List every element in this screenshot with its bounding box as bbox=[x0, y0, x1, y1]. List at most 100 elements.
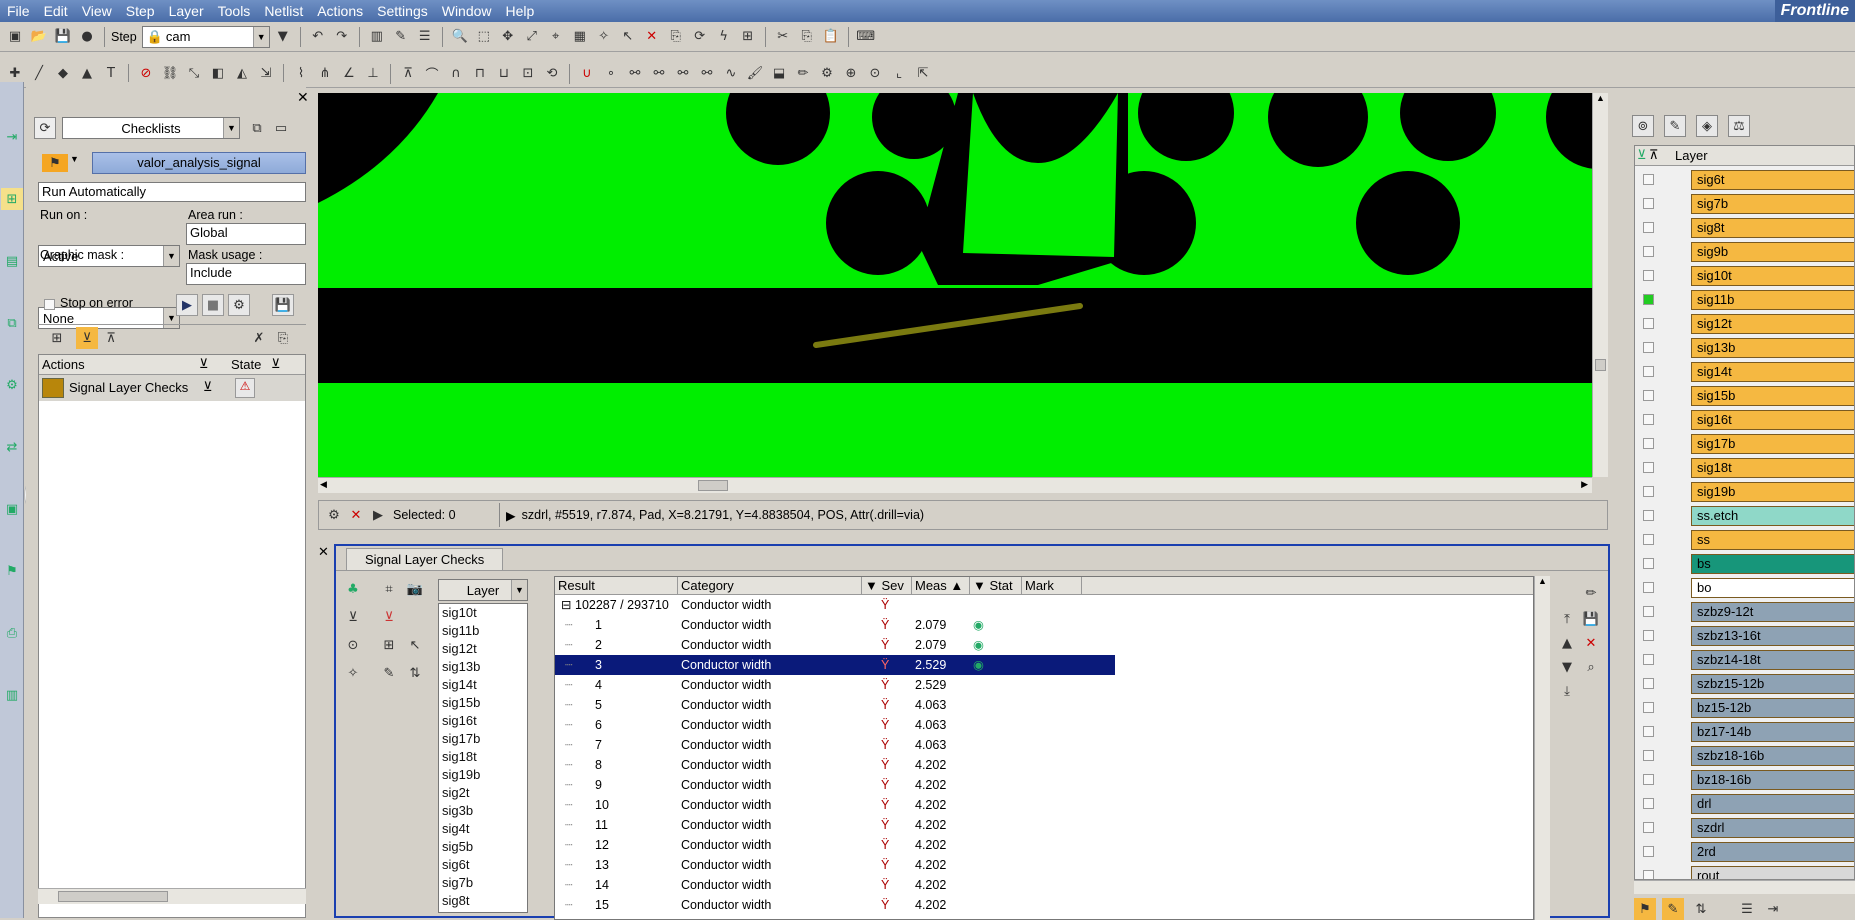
layer-item[interactable]: sig8t bbox=[1691, 218, 1854, 238]
layer-visible-checkbox[interactable] bbox=[1643, 678, 1654, 689]
result-row[interactable]: ┈ 2 Conductor width Ÿ 2.079 ◉ bbox=[555, 635, 1533, 655]
tree-collapse-icon[interactable]: ⊟ bbox=[561, 595, 571, 615]
step-select[interactable]: 🔒 cam ▼ bbox=[141, 25, 270, 48]
layer-item[interactable]: sig13b bbox=[1691, 338, 1854, 358]
filter-icon[interactable]: ⚙ bbox=[323, 504, 345, 526]
col-result[interactable]: Result bbox=[555, 577, 678, 594]
layer-visible-checkbox[interactable] bbox=[1643, 606, 1654, 617]
layer-item[interactable]: bo bbox=[1691, 578, 1854, 598]
scroll-up-icon[interactable]: ▲ bbox=[1593, 93, 1608, 103]
actions-header[interactable]: Actions bbox=[42, 357, 85, 372]
actions-scrollbar[interactable] bbox=[38, 888, 306, 904]
attributes-icon[interactable]: ✎ bbox=[1664, 115, 1686, 137]
frame-icon[interactable]: ⬓ bbox=[768, 63, 790, 85]
result-row[interactable]: ┈ 1 Conductor width Ÿ 2.079 ◉ bbox=[555, 615, 1533, 635]
save-icon[interactable]: 💾 bbox=[52, 26, 74, 48]
layer-item[interactable]: bs bbox=[1691, 554, 1854, 574]
layer-filter-select[interactable]: Layer ▼ bbox=[438, 579, 528, 601]
layer-header[interactable]: Layer bbox=[1675, 148, 1708, 163]
prev-result-icon[interactable]: ▲ bbox=[1556, 632, 1578, 654]
colors-icon[interactable]: ◈ bbox=[1696, 115, 1718, 137]
checklist-name[interactable]: valor_analysis_signal bbox=[92, 152, 306, 174]
netlist-icon[interactable]: ⇄ bbox=[1, 436, 23, 458]
layers-icon[interactable]: ⧉ bbox=[1, 312, 23, 334]
layer-filter-item[interactable]: sig10t bbox=[439, 604, 527, 622]
col-stat[interactable]: ▼ Stat bbox=[970, 577, 1022, 594]
report-save-icon[interactable]: 💾 bbox=[272, 294, 294, 316]
result-row[interactable]: ┈ 9 Conductor width Ÿ 4.202 bbox=[555, 775, 1533, 795]
filter-icon[interactable]: ⊻ bbox=[342, 606, 364, 628]
redo-icon[interactable]: ↷ bbox=[331, 26, 353, 48]
scroll-left-icon[interactable]: ◀ bbox=[320, 479, 327, 490]
layer-visible-checkbox[interactable] bbox=[1643, 246, 1654, 257]
move-layers-icon[interactable]: ⇅ bbox=[404, 662, 426, 684]
checklists-select[interactable]: Checklists ▼ bbox=[62, 117, 240, 139]
result-row[interactable]: ┈ 5 Conductor width Ÿ 4.063 bbox=[555, 695, 1533, 715]
open-job-icon[interactable]: ▣ bbox=[4, 26, 26, 48]
shape-icon[interactable]: ⊓ bbox=[469, 63, 491, 85]
chain2-icon[interactable]: ⚯ bbox=[648, 63, 670, 85]
col-sev[interactable]: ▼ Sev bbox=[862, 577, 912, 594]
layer-visible-checkbox[interactable] bbox=[1643, 534, 1654, 545]
export-icon[interactable]: ⇥ bbox=[1, 126, 23, 148]
analysis-icon[interactable]: ⊞ bbox=[1, 188, 23, 210]
layer-item[interactable]: szdrl bbox=[1691, 818, 1854, 838]
layer-visible-checkbox[interactable] bbox=[1643, 198, 1654, 209]
area-run-field[interactable]: Global bbox=[186, 223, 306, 245]
graphic-canvas[interactable] bbox=[318, 93, 1592, 477]
layer-item[interactable]: sig17b bbox=[1691, 434, 1854, 454]
scroll-right-icon[interactable]: ▶ bbox=[1581, 479, 1588, 490]
net-icon[interactable]: ⊞ bbox=[737, 26, 759, 48]
brush-icon[interactable]: 🖌 bbox=[744, 63, 766, 85]
layer-visible-checkbox[interactable] bbox=[1643, 414, 1654, 425]
layer-visible-checkbox[interactable] bbox=[1643, 270, 1654, 281]
layer-item[interactable]: drl bbox=[1691, 794, 1854, 814]
node-icon[interactable]: ⊙ bbox=[864, 63, 886, 85]
menu-view[interactable]: View bbox=[75, 3, 119, 19]
first-result-icon[interactable]: ⤒ bbox=[1556, 608, 1578, 630]
layer-filter-item[interactable]: sig4t bbox=[439, 820, 527, 838]
layer-item[interactable]: sig12t bbox=[1691, 314, 1854, 334]
layer-item[interactable]: szbz18-16b bbox=[1691, 746, 1854, 766]
snap-icon[interactable]: ⌖ bbox=[545, 26, 567, 48]
root-row[interactable]: ⊟ 102287 / 293710 Conductor width Ÿ bbox=[555, 595, 1533, 615]
close-panel-icon[interactable]: ✕ bbox=[297, 89, 309, 106]
layer-hscroll[interactable] bbox=[1634, 880, 1855, 894]
layer-filter-item[interactable]: sig8t bbox=[439, 892, 527, 910]
chevron-down-icon[interactable]: ▼ bbox=[70, 154, 79, 164]
layer-item[interactable]: bz18-16b bbox=[1691, 770, 1854, 790]
menu-netlist[interactable]: Netlist bbox=[257, 3, 310, 19]
result-row[interactable]: ┈ 15 Conductor width Ÿ 4.202 bbox=[555, 895, 1533, 915]
layer-visible-checkbox[interactable] bbox=[1643, 462, 1654, 473]
layer-item[interactable]: sig14t bbox=[1691, 362, 1854, 382]
align-icon[interactable]: ⊼ bbox=[397, 63, 419, 85]
layer-item[interactable]: 2rd bbox=[1691, 842, 1854, 862]
result-row[interactable]: ┈ 3 Conductor width Ÿ 2.529 ◉ bbox=[555, 655, 1533, 675]
layer-item[interactable]: sig18t bbox=[1691, 458, 1854, 478]
measure-icon[interactable]: ⤢ bbox=[521, 26, 543, 48]
box-icon[interactable]: ⊔ bbox=[493, 63, 515, 85]
layer-visible-checkbox[interactable] bbox=[1643, 654, 1654, 665]
step-run-icon[interactable]: ⚙ bbox=[228, 294, 250, 316]
result-row[interactable]: ┈ 14 Conductor width Ÿ 4.202 bbox=[555, 875, 1533, 895]
layer-filter-item[interactable]: sig19b bbox=[439, 766, 527, 784]
grid-icon[interactable]: ⊞ bbox=[378, 634, 400, 656]
col-meas[interactable]: Meas ▲ bbox=[912, 577, 970, 594]
layer-filter-item[interactable]: sig15b bbox=[439, 694, 527, 712]
grid-vscroll[interactable]: ▲ bbox=[1534, 576, 1550, 920]
run-icon[interactable]: ▶ bbox=[176, 294, 198, 316]
layer-item[interactable]: ss bbox=[1691, 530, 1854, 550]
highlight-icon[interactable]: ✧ bbox=[593, 26, 615, 48]
stop-on-error-checkbox[interactable] bbox=[44, 299, 55, 310]
affected-icon[interactable]: ⊼ bbox=[1649, 147, 1659, 163]
menu-actions[interactable]: Actions bbox=[310, 3, 370, 19]
copy-clip-icon[interactable]: ⎘ bbox=[796, 26, 818, 48]
next-result-icon[interactable]: ▼ bbox=[1556, 656, 1578, 678]
scroll-up-icon[interactable]: ▲ bbox=[1535, 576, 1550, 586]
result-row[interactable]: ┈ 8 Conductor width Ÿ 4.202 bbox=[555, 755, 1533, 775]
paste-icon[interactable]: 📋 bbox=[820, 26, 842, 48]
arc-icon[interactable]: ⌒ bbox=[421, 63, 443, 85]
filter-red-icon[interactable]: ⊻ bbox=[378, 606, 400, 628]
tools-icon[interactable]: ✗ bbox=[248, 327, 270, 349]
mask-usage-field[interactable]: Include bbox=[186, 263, 306, 285]
